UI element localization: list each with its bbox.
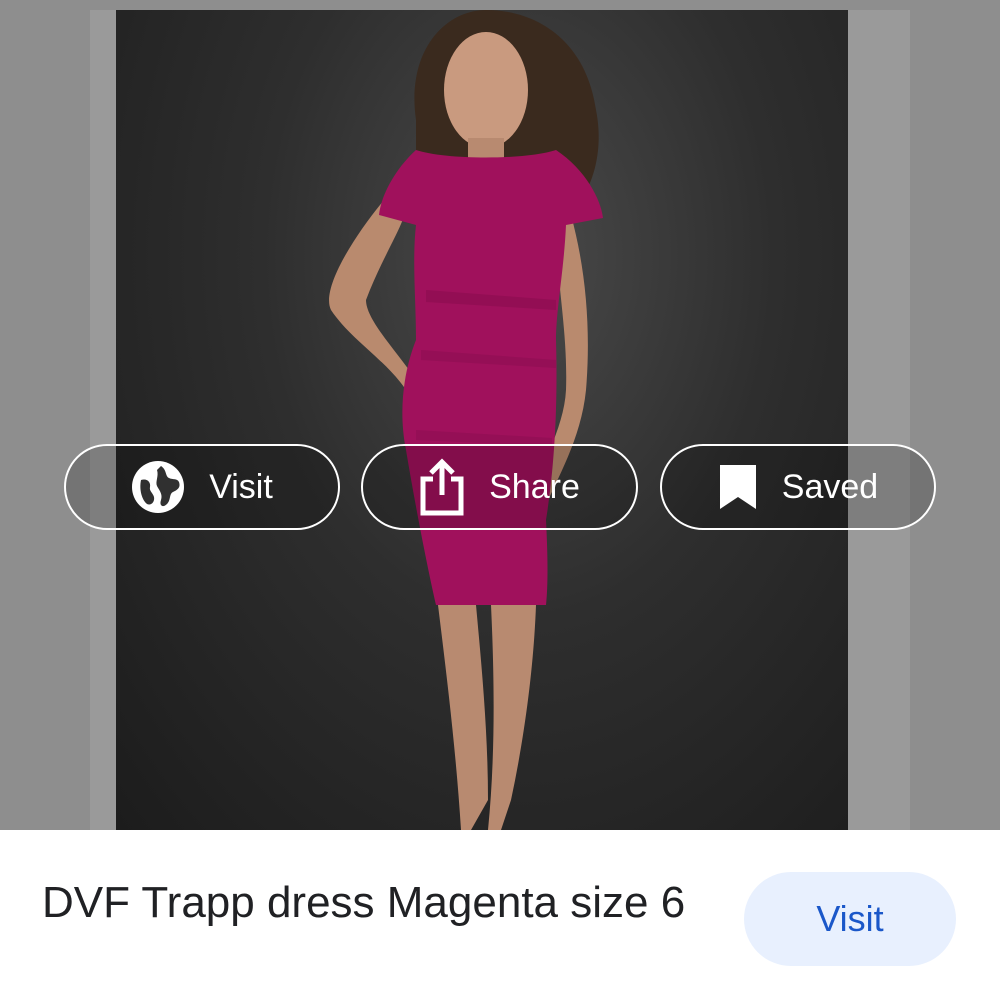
- model-figure-illustration: [329, 10, 603, 830]
- share-action-button[interactable]: Share: [361, 444, 638, 530]
- visit-action-label: Visit: [209, 467, 273, 506]
- share-icon: [419, 457, 465, 517]
- bookmark-icon: [718, 463, 758, 511]
- globe-icon: [131, 460, 185, 514]
- visit-action-button[interactable]: Visit: [64, 444, 340, 530]
- previous-image-edge[interactable]: [90, 10, 116, 830]
- visit-button[interactable]: Visit: [744, 872, 956, 966]
- saved-action-button[interactable]: Saved: [660, 444, 936, 530]
- next-image-edge[interactable]: [848, 10, 910, 830]
- product-title[interactable]: DVF Trapp dress Magenta size 6: [42, 872, 722, 934]
- saved-action-label: Saved: [781, 467, 879, 506]
- share-action-label: Share: [489, 467, 580, 506]
- product-image: [116, 10, 848, 830]
- image-viewer[interactable]: Visit Share Saved: [0, 0, 1000, 830]
